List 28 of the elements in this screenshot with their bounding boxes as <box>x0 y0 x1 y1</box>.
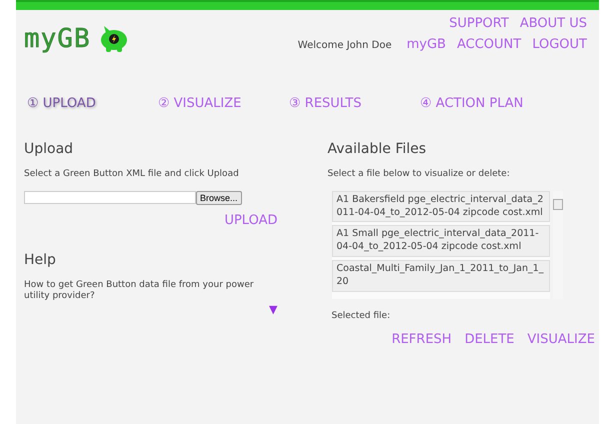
browse-button[interactable]: Browse... <box>196 190 242 205</box>
step-tab[interactable]: ③ RESULTS <box>289 96 420 111</box>
nav-link[interactable]: LOGOUT <box>532 37 587 52</box>
section-title: Help <box>24 252 57 268</box>
file-list-item[interactable]: A1 Small pge_electric_interval_data_2011-04-04_to_2012-05-04 zipcode cost.xml <box>332 225 550 257</box>
nav-link[interactable]: ABOUT US <box>520 16 587 31</box>
action-button[interactable]: DELETE <box>464 332 514 348</box>
step-tab[interactable]: ④ ACTION PLAN <box>420 96 551 111</box>
file-list-item[interactable]: A1 Bakersfield pge_electric_interval_data_2011-04-04_to_2012-05-04 zipcode cost.xml <box>332 190 550 222</box>
selected-file-label: Selected file: <box>332 310 392 322</box>
file-list-item[interactable]: Coastal_Multi_Family_Jan_1_2011_to_Jan_1_20 <box>332 260 550 292</box>
step-tab[interactable]: ① UPLOAD <box>27 96 158 111</box>
nav-link[interactable]: ACCOUNT <box>456 37 522 52</box>
action-button[interactable]: VISUALIZE <box>527 332 595 348</box>
file-path-field[interactable] <box>24 191 196 204</box>
action-button[interactable]: REFRESH <box>392 332 452 348</box>
logo-text: myGB <box>24 24 91 54</box>
section-title: Available Files <box>328 141 428 157</box>
instruction-text: Select a file below to visualize or delete: <box>328 169 511 181</box>
upload-button[interactable]: UPLOAD <box>224 212 278 228</box>
section-title: Upload <box>24 141 74 157</box>
step-tab[interactable]: ② VISUALIZE <box>158 96 289 111</box>
expand-toggle[interactable]: ▼ <box>269 303 278 316</box>
instruction-text: Select a Green Button XML file and click Upload <box>24 169 240 181</box>
help-question: How to get Green Button data file from your power utility provider? <box>24 280 255 304</box>
welcome-text: Welcome John Doe <box>298 40 392 51</box>
nav-link[interactable]: myGB <box>406 37 446 52</box>
nav-link[interactable]: SUPPORT <box>449 16 509 31</box>
